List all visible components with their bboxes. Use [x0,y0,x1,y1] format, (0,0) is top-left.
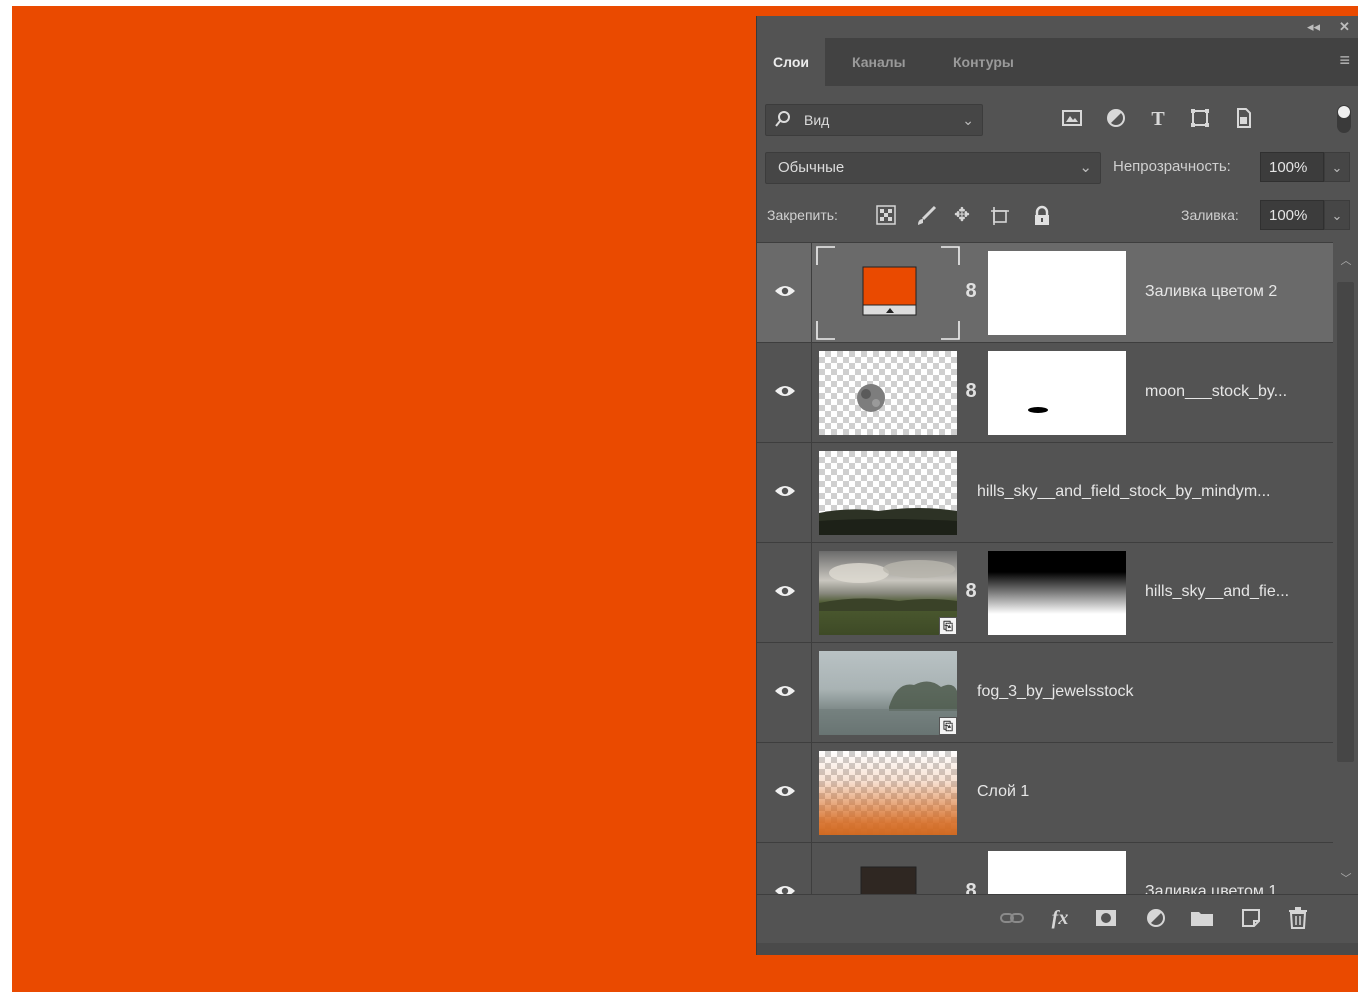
link-layers-icon[interactable] [999,905,1025,931]
filter-toggle[interactable] [1337,105,1351,133]
layer-row[interactable]: Слой 1 [757,743,1333,843]
tab-layers[interactable]: Слои [757,38,825,86]
layer-thumbnail[interactable]: ⎘ [819,651,957,735]
opacity-label: Непрозрачность: [1113,158,1231,175]
layer-thumbnail[interactable] [819,851,957,895]
smart-object-badge-icon: ⎘ [939,717,957,735]
smart-object-filter-icon[interactable] [1232,107,1256,131]
panel-menu-icon[interactable]: ≡ [1339,50,1350,71]
eye-icon [775,386,795,396]
visibility-toggle[interactable] [757,543,812,642]
adjustment-filter-icon[interactable] [1104,107,1128,131]
new-adjustment-icon[interactable] [1143,905,1169,931]
scroll-up-icon[interactable]: ︿ [1339,252,1353,267]
add-mask-icon[interactable] [1093,905,1119,931]
layer-name[interactable]: fog_3_by_jewelsstock [977,683,1134,701]
scroll-thumb[interactable] [1337,282,1354,762]
layer-name[interactable]: Слой 1 [977,783,1029,801]
blend-row: Обычные ⌄ Непрозрачность: 100% ⌄ [757,144,1358,192]
lock-transparent-icon[interactable] [875,205,897,227]
layer-mask-thumbnail[interactable] [988,351,1126,435]
new-layer-icon[interactable] [1238,905,1264,931]
blend-mode-dropdown[interactable]: Обычные ⌄ [765,152,1101,184]
scroll-down-icon[interactable]: ﹀ [1339,870,1353,885]
panel-tabs: Слои Каналы Контуры ≡ [757,38,1358,86]
delete-layer-icon[interactable] [1285,905,1311,931]
filter-row: Вид ⌄ T [757,96,1358,144]
lock-move-icon[interactable]: ✥ [951,205,973,227]
layer-row[interactable]: 8 Заливка цветом 2 [757,243,1333,343]
layers-list: 8 Заливка цветом 2 8 moon___stock_by... [757,242,1333,895]
collapse-panel-icon[interactable]: ◂◂ [1307,19,1320,35]
eye-icon [775,586,795,596]
layer-thumbnail[interactable] [816,246,960,340]
lock-artboard-icon[interactable] [989,205,1011,227]
layer-name[interactable]: moon___stock_by... [1145,383,1287,401]
panel-titlebar: ◂◂ ✕ [757,16,1358,38]
eye-icon [775,286,795,296]
visibility-toggle[interactable] [757,743,812,842]
layers-panel: ◂◂ ✕ Слои Каналы Контуры ≡ Вид ⌄ T Обычн… [757,16,1358,955]
image-filter-icon[interactable] [1060,107,1084,131]
layer-mask-thumbnail[interactable] [988,251,1126,335]
fill-dropdown-icon[interactable]: ⌄ [1324,200,1350,230]
toggle-knob [1338,106,1350,118]
eye-icon [775,486,795,496]
visibility-toggle[interactable] [757,443,812,542]
fill-input[interactable]: 100% [1260,200,1324,230]
layer-mask-thumbnail[interactable] [988,551,1126,635]
layer-row[interactable]: 8 Заливка цветом 1 [757,843,1333,895]
opacity-dropdown-icon[interactable]: ⌄ [1324,152,1350,182]
tab-channels[interactable]: Каналы [836,38,922,86]
blend-mode-value: Обычные [778,159,845,176]
visibility-toggle[interactable] [757,243,812,342]
smart-object-badge-icon: ⎘ [939,617,957,635]
mask-link-icon[interactable]: 8 [963,276,979,306]
fill-label: Заливка: [1181,207,1239,223]
fx-icon[interactable]: fx [1047,905,1073,931]
eye-icon [775,786,795,796]
eye-icon [775,686,795,696]
layer-row[interactable]: hills_sky__and_field_stock_by_mindym... [757,443,1333,543]
visibility-toggle[interactable] [757,843,812,895]
layer-row[interactable]: ⎘ 8 hills_sky__and_fie... [757,543,1333,643]
mask-link-icon[interactable]: 8 [963,376,979,406]
layers-scrollbar[interactable]: ︿ ﹀ [1333,242,1358,894]
chevron-down-icon: ⌄ [962,112,974,128]
opacity-input[interactable]: 100% [1260,152,1324,182]
tab-paths[interactable]: Контуры [937,38,1030,86]
panel-bottom-toolbar: fx [757,894,1358,943]
layer-thumbnail[interactable] [819,351,957,435]
type-filter-icon[interactable]: T [1146,107,1170,131]
layer-name[interactable]: hills_sky__and_fie... [1145,583,1289,601]
layer-thumbnail[interactable] [819,451,957,535]
layer-mask-thumbnail[interactable] [988,851,1126,895]
shape-filter-icon[interactable] [1188,107,1212,131]
layer-thumbnail[interactable] [819,751,957,835]
panel-resize-handle[interactable] [757,943,1358,955]
layer-row[interactable]: ⎘ fog_3_by_jewelsstock [757,643,1333,743]
search-icon [775,105,791,145]
visibility-toggle[interactable] [757,643,812,742]
mask-link-icon[interactable]: 8 [963,876,979,895]
chevron-down-icon: ⌄ [1079,159,1092,176]
layer-filter-dropdown[interactable]: Вид ⌄ [765,104,983,136]
layer-thumbnail[interactable]: ⎘ [819,551,957,635]
lock-brush-icon[interactable] [915,205,937,227]
lock-all-icon[interactable] [1031,205,1053,227]
layer-name[interactable]: Заливка цветом 2 [1145,283,1277,301]
layer-name[interactable]: hills_sky__and_field_stock_by_mindym... [977,483,1270,501]
visibility-toggle[interactable] [757,343,812,442]
new-group-icon[interactable] [1189,905,1215,931]
lock-label: Закрепить: [767,207,838,223]
lock-row: Закрепить: ✥ Заливка: 100% ⌄ [757,192,1358,240]
mask-link-icon[interactable]: 8 [963,576,979,606]
gradient-fill [819,751,957,835]
close-panel-icon[interactable]: ✕ [1339,19,1350,35]
filter-label: Вид [804,112,830,128]
layer-row[interactable]: 8 moon___stock_by... [757,343,1333,443]
